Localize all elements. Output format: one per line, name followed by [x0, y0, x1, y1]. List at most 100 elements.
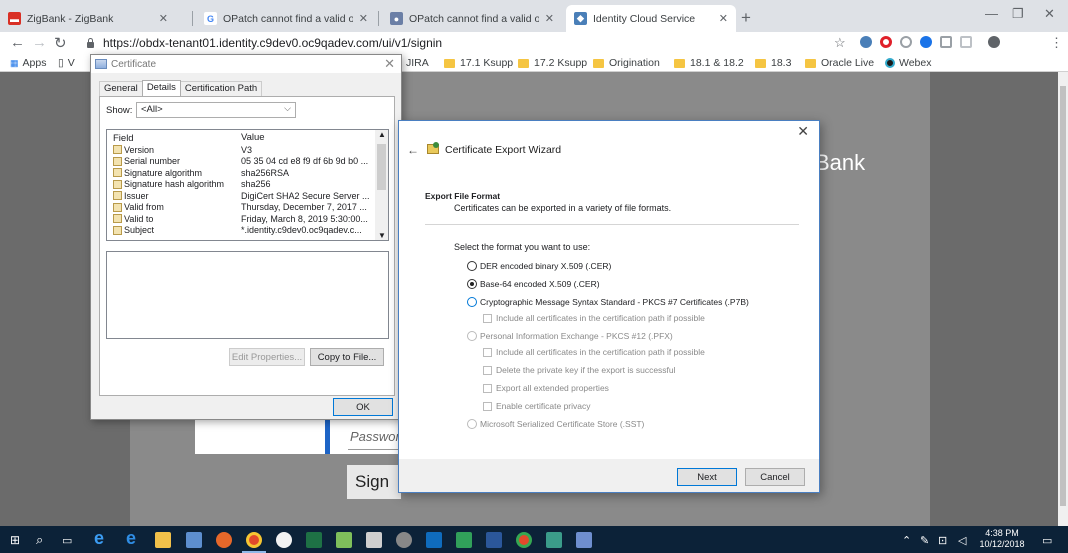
app-icon[interactable] [396, 532, 412, 548]
search-icon[interactable]: ⌕ [36, 532, 43, 548]
checkbox[interactable] [483, 365, 492, 375]
close-window-icon[interactable]: ✕ [1044, 6, 1055, 22]
chrome-icon[interactable] [516, 532, 532, 548]
list-item[interactable]: Serial number 05 35 04 cd e8 f9 df 6b 9d … [107, 156, 388, 168]
bookmark-star-icon[interactable]: ☆ [834, 35, 846, 51]
radio-button[interactable] [467, 261, 477, 271]
list-item[interactable]: Version V3 [107, 144, 388, 156]
field-list-scrollbar[interactable]: ▲ ▼ [375, 130, 388, 240]
list-item[interactable]: Signature algorithm sha256RSA [107, 167, 388, 179]
extension-icon[interactable] [900, 36, 912, 48]
pen-icon[interactable]: ✎ [920, 534, 929, 547]
tab-general[interactable]: General [99, 81, 143, 96]
list-item[interactable]: Valid from Thursday, December 7, 2017 ... [107, 202, 388, 214]
forward-arrow-icon[interactable]: → [32, 34, 47, 51]
bookmark-page[interactable]: ▯ V [58, 57, 75, 69]
checkbox[interactable] [483, 383, 492, 393]
option-pfx[interactable]: Personal Information Exchange - PKCS #12… [467, 331, 673, 341]
field-list[interactable]: Field Value Version V3 Serial number 05 35… [106, 129, 389, 241]
radio-button-selected[interactable] [467, 279, 477, 289]
close-icon[interactable]: ✕ [384, 56, 395, 72]
word-icon[interactable] [486, 532, 502, 548]
close-tab-icon[interactable]: ✕ [359, 12, 368, 25]
radio-button[interactable] [467, 331, 477, 341]
extension-icon[interactable] [920, 36, 932, 48]
internet-explorer-icon[interactable]: e [94, 528, 104, 549]
restore-icon[interactable]: ❐ [1012, 6, 1024, 22]
new-tab-button[interactable]: + [741, 8, 751, 28]
bookmark-oracle-live[interactable]: Oracle Live [805, 57, 874, 69]
option-der[interactable]: DER encoded binary X.509 (.CER) [467, 261, 611, 271]
checkbox[interactable] [483, 347, 492, 357]
extension-icon[interactable] [860, 36, 872, 48]
app-icon[interactable] [276, 532, 292, 548]
edit-properties-button[interactable]: Edit Properties... [229, 348, 305, 366]
bookmark-17-1[interactable]: 17.1 Ksupp [444, 57, 513, 69]
network-icon[interactable]: ⊡ [938, 534, 947, 547]
close-icon[interactable]: ✕ [797, 123, 809, 140]
bookmark-apps[interactable]: ▦ Apps [10, 57, 46, 69]
ok-button[interactable]: OK [333, 398, 393, 416]
chevron-up-icon[interactable]: ⌃ [902, 534, 911, 547]
radio-button[interactable] [467, 297, 477, 307]
notifications-icon[interactable]: ▭ [1042, 534, 1052, 547]
list-item[interactable]: Signature hash algorithm sha256 [107, 179, 388, 191]
tab-certification-path[interactable]: Certification Path [179, 81, 263, 96]
opera-extension-icon[interactable] [880, 36, 892, 48]
image-app-icon[interactable] [336, 532, 352, 548]
tab-opatch-google[interactable]: G OPatch cannot find a valid oraIn ✕ [196, 5, 376, 32]
file-explorer-icon[interactable] [155, 532, 171, 548]
value-detail-box[interactable] [106, 251, 389, 339]
page-scrollbar-thumb[interactable] [1060, 86, 1066, 506]
list-item[interactable]: Issuer DigiCert SHA2 Secure Server ... [107, 190, 388, 202]
bookmark-18-1[interactable]: 18.1 & 18.2 [674, 57, 744, 69]
reload-icon[interactable]: ↻ [54, 34, 67, 52]
app-icon[interactable] [456, 532, 472, 548]
extension-icon[interactable] [960, 36, 972, 48]
tab-details[interactable]: Details [141, 80, 181, 97]
tab-zigbank[interactable]: ▬ ZigBank - ZigBank ✕ [0, 5, 176, 32]
excel-icon[interactable] [306, 532, 322, 548]
app-icon[interactable] [576, 532, 592, 548]
firefox-icon[interactable] [216, 532, 232, 548]
bookmark-18-3[interactable]: 18.3 [755, 57, 791, 69]
option-pkcs7-include-path[interactable]: Include all certificates in the certific… [483, 313, 705, 323]
volume-icon[interactable]: ◁ [958, 534, 966, 547]
scroll-down-icon[interactable]: ▼ [378, 231, 386, 240]
minimize-icon[interactable]: — [985, 6, 998, 21]
back-arrow-icon[interactable]: ← [407, 143, 419, 157]
show-dropdown[interactable]: <All> ⌵ [136, 102, 296, 118]
bookmark-webex[interactable]: Webex [885, 57, 932, 69]
cancel-button[interactable]: Cancel [745, 468, 805, 486]
close-tab-icon[interactable]: ✕ [159, 12, 168, 25]
option-pkcs7[interactable]: Cryptographic Message Syntax Standard - … [467, 297, 749, 307]
remote-desktop-icon[interactable] [186, 532, 202, 548]
back-arrow-icon[interactable]: ← [10, 34, 25, 51]
bookmark-jira[interactable]: JIRA [406, 57, 429, 69]
next-button[interactable]: Next [677, 468, 737, 486]
radio-button[interactable] [467, 419, 477, 429]
list-item[interactable]: Subject *.identity.c9dev0.oc9qadev.c... [107, 225, 388, 237]
scroll-up-icon[interactable]: ▲ [378, 130, 386, 139]
close-tab-icon[interactable]: ✕ [545, 12, 554, 25]
close-tab-icon[interactable]: ✕ [719, 12, 728, 25]
option-pfx-include-path[interactable]: Include all certificates in the certific… [483, 347, 705, 357]
option-delete-private-key[interactable]: Delete the private key if the export is … [483, 365, 676, 375]
address-bar[interactable]: https://obdx-tenant01.identity.c9dev0.oc… [86, 33, 876, 53]
system-clock[interactable]: 4:38 PM 10/12/2018 [977, 528, 1027, 550]
windows-start-icon[interactable]: ⊞ [10, 533, 20, 547]
edge-icon[interactable]: e [126, 528, 136, 549]
task-view-icon[interactable]: ▭ [62, 534, 72, 547]
signin-button[interactable]: Sign [347, 465, 401, 499]
option-certificate-privacy[interactable]: Enable certificate privacy [483, 401, 591, 411]
tab-opatch-forum[interactable]: ● OPatch cannot find a valid oraIn ✕ [382, 5, 562, 32]
option-export-extended[interactable]: Export all extended properties [483, 383, 609, 393]
checkbox[interactable] [483, 313, 492, 323]
outlook-icon[interactable] [426, 532, 442, 548]
app-icon[interactable] [546, 532, 562, 548]
checkbox[interactable] [483, 401, 492, 411]
option-sst[interactable]: Microsoft Serialized Certificate Store (… [467, 419, 644, 429]
list-item[interactable]: Valid to Friday, March 8, 2019 5:30:00... [107, 213, 388, 225]
calculator-icon[interactable] [366, 532, 382, 548]
option-base64[interactable]: Base-64 encoded X.509 (.CER) [467, 279, 600, 289]
